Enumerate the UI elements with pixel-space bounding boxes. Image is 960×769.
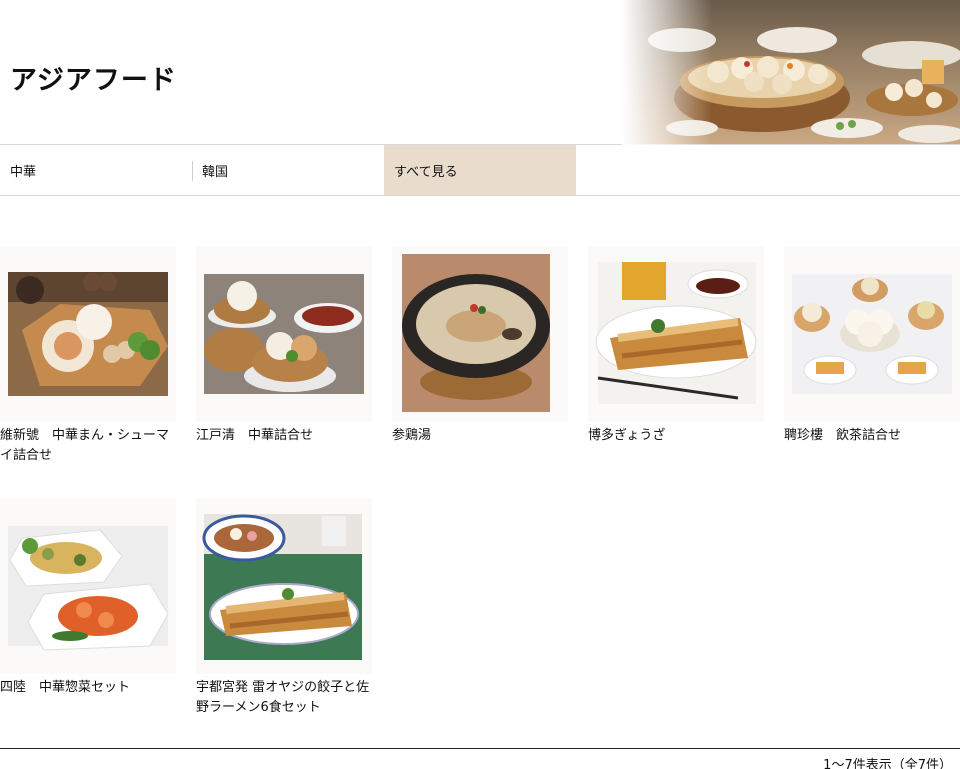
- product-card[interactable]: 聘珍樓 飲茶詰合せ: [784, 246, 960, 498]
- tab-label: 韓国: [202, 164, 229, 180]
- tab-korean[interactable]: 韓国: [192, 145, 384, 195]
- results-divider: [0, 748, 960, 749]
- product-image[interactable]: [196, 246, 372, 422]
- product-title[interactable]: 江戸清 中華詰合せ: [196, 426, 372, 446]
- results-count: 1〜7件表示（全7件）: [823, 758, 952, 769]
- product-image[interactable]: [0, 246, 176, 422]
- product-title[interactable]: 聘珍樓 飲茶詰合せ: [784, 426, 960, 446]
- product-grid: 維新號 中華まん・シューマイ詰合せ 江戸清 中華詰合せ 参鶏湯 博多ぎょうざ 聘…: [0, 246, 960, 750]
- product-title[interactable]: 維新號 中華まん・シューマイ詰合せ: [0, 426, 176, 466]
- product-title[interactable]: 博多ぎょうざ: [588, 426, 764, 446]
- product-image[interactable]: [588, 246, 764, 422]
- product-title[interactable]: 宇都宮発 雷オヤジの餃子と佐野ラーメン6食セット: [196, 678, 372, 718]
- page-title: アジアフード: [10, 65, 177, 96]
- product-title[interactable]: 四陸 中華惣菜セット: [0, 678, 176, 698]
- page-header: アジアフード: [0, 0, 960, 145]
- tab-see-all[interactable]: すべて見る: [384, 145, 576, 195]
- hero-banner-image: [622, 0, 960, 145]
- product-card[interactable]: 江戸清 中華詰合せ: [196, 246, 392, 498]
- product-card[interactable]: 維新號 中華まん・シューマイ詰合せ: [0, 246, 196, 498]
- product-card[interactable]: 四陸 中華惣菜セット: [0, 498, 196, 750]
- product-image[interactable]: [196, 498, 372, 674]
- product-card[interactable]: 博多ぎょうざ: [588, 246, 784, 498]
- tab-label: 中華: [10, 164, 37, 180]
- product-card[interactable]: 参鶏湯: [392, 246, 588, 498]
- product-image[interactable]: [0, 498, 176, 674]
- product-image[interactable]: [392, 246, 568, 422]
- product-title[interactable]: 参鶏湯: [392, 426, 568, 446]
- product-card[interactable]: 宇都宮発 雷オヤジの餃子と佐野ラーメン6食セット: [196, 498, 392, 750]
- tab-label: すべて見る: [394, 164, 458, 180]
- product-image[interactable]: [784, 246, 960, 422]
- tab-chinese[interactable]: 中華: [0, 145, 192, 195]
- category-tabs: 中華 韓国 すべて見る: [0, 144, 960, 196]
